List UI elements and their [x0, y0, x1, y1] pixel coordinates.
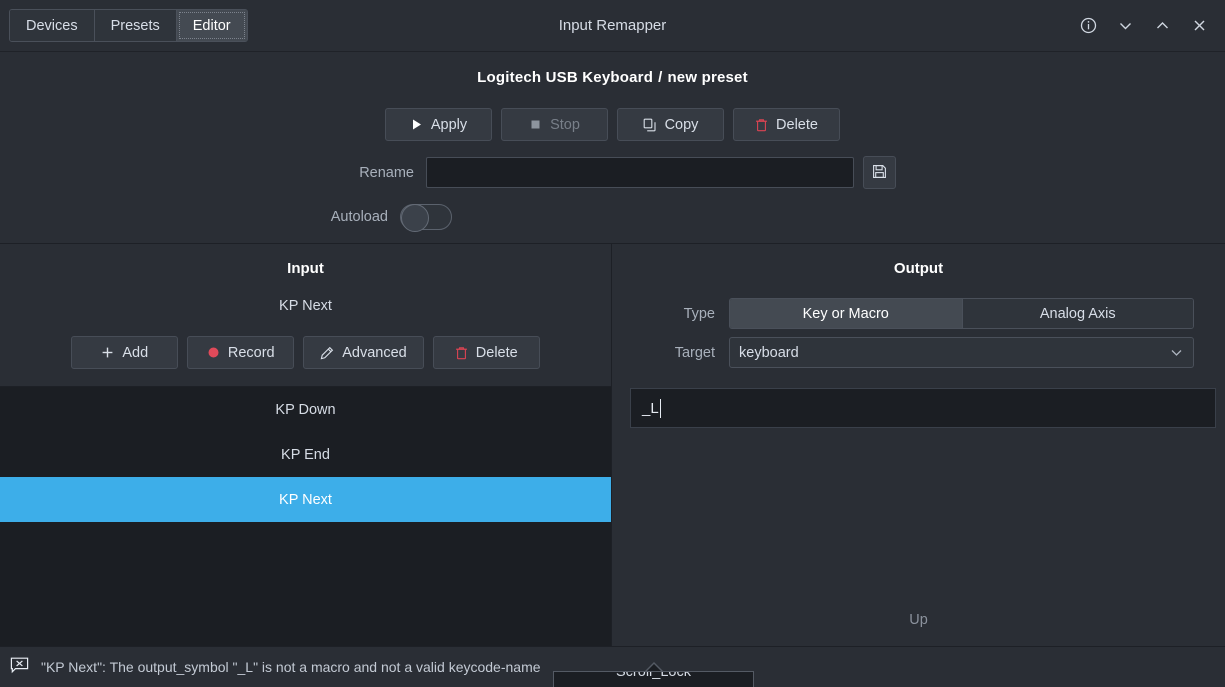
copy-label: Copy	[665, 117, 699, 133]
apply-label: Apply	[431, 117, 467, 133]
input-header: Input KP Next Add	[0, 244, 611, 387]
preset-name: new preset	[667, 69, 747, 86]
status-message: "KP Next": The output_symbol "_L" is not…	[41, 659, 541, 675]
chevron-up-icon[interactable]	[1147, 11, 1177, 41]
autocomplete-item-label: Scroll_Lock	[616, 671, 691, 680]
type-option-analog-axis[interactable]: Analog Axis	[962, 299, 1194, 328]
text-caret	[660, 399, 661, 418]
device-name: Logitech USB Keyboard	[477, 69, 653, 86]
record-button[interactable]: Record	[187, 336, 294, 369]
target-select[interactable]: keyboard	[729, 337, 1194, 368]
tab-editor-label: Editor	[193, 18, 231, 34]
play-icon	[410, 118, 423, 131]
type-label: Type	[612, 306, 729, 322]
chevron-down-icon[interactable]	[1110, 11, 1140, 41]
delete-preset-button[interactable]: Delete	[733, 108, 840, 141]
autoload-label: Autoload	[303, 209, 400, 225]
release-state-label: Up	[612, 612, 1225, 628]
list-item[interactable]: KP End	[0, 432, 611, 477]
info-icon[interactable]	[1073, 11, 1103, 41]
rename-row: Rename	[0, 156, 1225, 189]
mapping-label: KP Down	[275, 402, 335, 418]
plus-icon	[101, 346, 114, 359]
input-remapper-window: Devices Presets Editor Input Remapper	[0, 0, 1225, 687]
output-pane-title: Output	[612, 244, 1225, 277]
main-split: Input KP Next Add	[0, 244, 1225, 646]
type-segmented-control: Key or Macro Analog Axis	[729, 298, 1194, 329]
list-item[interactable]: KP Down	[0, 387, 611, 432]
preset-actions: Apply Stop Copy	[0, 108, 1225, 141]
current-input-label: KP Next	[0, 298, 611, 314]
record-icon	[207, 346, 220, 359]
delete-preset-label: Delete	[776, 117, 818, 133]
tab-presets-label: Presets	[111, 18, 160, 34]
tab-bar: Devices Presets Editor	[9, 9, 248, 42]
tab-devices[interactable]: Devices	[10, 10, 95, 41]
autoload-row: Autoload	[0, 204, 1225, 230]
copy-icon	[643, 118, 657, 132]
type-option-key-or-macro[interactable]: Key or Macro	[730, 299, 962, 328]
list-item-selected[interactable]: KP Next	[0, 477, 611, 522]
trash-icon	[455, 346, 468, 360]
window-controls	[1073, 11, 1225, 41]
preset-breadcrumb: Logitech USB Keyboard / new preset	[0, 69, 1225, 86]
dialog-error-icon	[10, 656, 29, 678]
apply-button[interactable]: Apply	[385, 108, 492, 141]
floppy-disk-icon	[872, 164, 887, 182]
autocomplete-item[interactable]: Scroll_Lock	[554, 671, 753, 687]
add-input-label: Add	[122, 345, 148, 361]
autocomplete-list[interactable]: Scroll_Lock KP_Left ISO_Level3_Shift Sup…	[553, 671, 754, 687]
type-option-key-or-macro-label: Key or Macro	[803, 306, 889, 322]
target-selected-value: keyboard	[739, 345, 799, 361]
tab-presets[interactable]: Presets	[95, 10, 177, 41]
mapping-label: KP Next	[279, 492, 332, 508]
advanced-button[interactable]: Advanced	[303, 336, 424, 369]
breadcrumb-separator: /	[658, 69, 662, 86]
chevron-down-icon	[1169, 345, 1184, 360]
preset-header: Logitech USB Keyboard / new preset Apply S…	[0, 52, 1225, 244]
target-row: Target keyboard	[612, 337, 1225, 368]
input-pane: Input KP Next Add	[0, 244, 612, 646]
copy-button[interactable]: Copy	[617, 108, 724, 141]
output-pane: Output Type Key or Macro Analog Axis Tar…	[612, 244, 1225, 646]
mapping-list: KP Down KP End KP Next	[0, 387, 611, 646]
add-input-button[interactable]: Add	[71, 336, 178, 369]
rename-input[interactable]	[426, 157, 854, 188]
titlebar: Devices Presets Editor Input Remapper	[0, 0, 1225, 52]
input-pane-title: Input	[0, 244, 611, 277]
type-row: Type Key or Macro Analog Axis	[612, 298, 1225, 329]
output-symbol-editor[interactable]: _L	[630, 388, 1216, 428]
autoload-toggle[interactable]	[400, 204, 452, 230]
stop-button[interactable]: Stop	[501, 108, 608, 141]
mapping-label: KP End	[281, 447, 330, 463]
delete-input-label: Delete	[476, 345, 518, 361]
input-actions: Add Record	[0, 336, 611, 369]
delete-input-button[interactable]: Delete	[433, 336, 540, 369]
autocomplete-popover: Scroll_Lock KP_Left ISO_Level3_Shift Sup…	[553, 671, 754, 687]
tab-devices-label: Devices	[26, 18, 78, 34]
target-label: Target	[612, 345, 729, 361]
tab-editor[interactable]: Editor	[177, 10, 247, 41]
output-symbol-text: _L	[642, 400, 659, 417]
advanced-label: Advanced	[342, 345, 407, 361]
stop-icon	[529, 118, 542, 131]
pencil-icon	[320, 346, 334, 360]
stop-label: Stop	[550, 117, 580, 133]
save-preset-button[interactable]	[863, 156, 896, 189]
trash-icon	[755, 118, 768, 132]
rename-label: Rename	[329, 165, 426, 181]
type-option-analog-axis-label: Analog Axis	[1040, 306, 1116, 322]
close-icon[interactable]	[1184, 11, 1214, 41]
record-label: Record	[228, 345, 275, 361]
